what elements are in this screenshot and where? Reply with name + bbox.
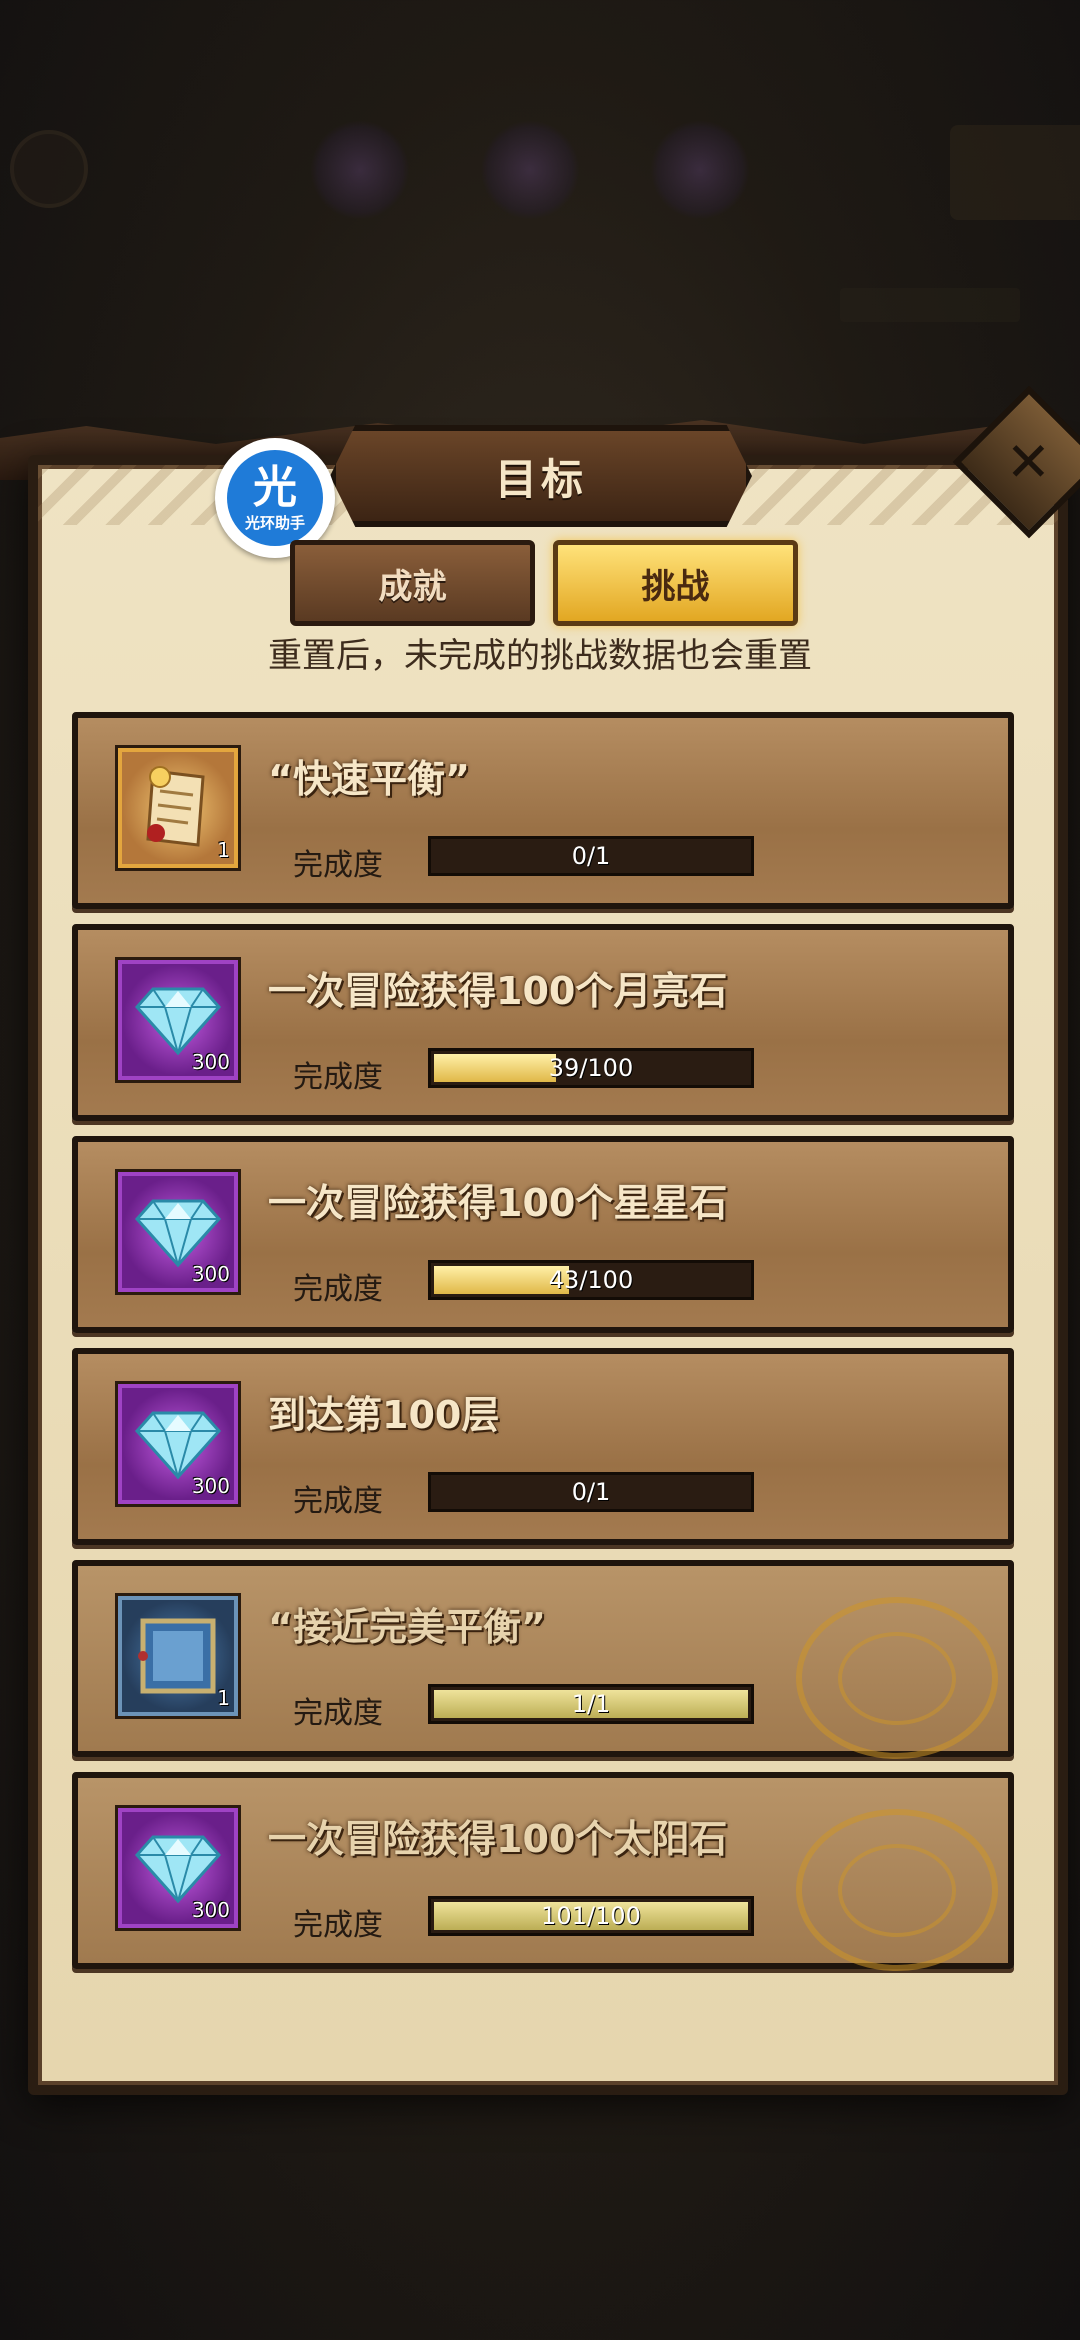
reward-quantity: 1 (217, 838, 230, 862)
reward-item[interactable]: 300 (115, 1169, 241, 1295)
challenge-title: “接近完美平衡” (268, 1605, 546, 1649)
progress-text: 39/100 (548, 1054, 634, 1082)
challenge-title: 一次冒险获得100个星星石 (268, 1181, 728, 1225)
background-hud (0, 0, 1080, 400)
reward-item[interactable]: 1 (115, 745, 241, 871)
progress-label: 完成度 (293, 1272, 383, 1307)
background-orb-icon (650, 120, 750, 220)
diamond-icon (135, 1199, 221, 1267)
progress-bar: 101/100 (428, 1896, 754, 1936)
panel-title: 目标 (494, 454, 587, 504)
reward-quantity: 300 (191, 1898, 230, 1922)
background-label (840, 288, 1020, 322)
panel-title-banner: 目标 (330, 425, 752, 527)
progress-bar: 43/100 (428, 1260, 754, 1300)
background-menu-icon (10, 130, 88, 208)
completed-stamp-icon (796, 1597, 998, 1759)
progress-label: 完成度 (293, 1060, 383, 1095)
diamond-icon (135, 1835, 221, 1903)
challenge-card: 1 “接近完美平衡” 完成度 1/1 (72, 1560, 1014, 1759)
reward-item[interactable]: 300 (115, 1805, 241, 1931)
reward-quantity: 300 (191, 1474, 230, 1498)
challenge-card: 1 “快速平衡” 完成度 0/1 (72, 712, 1014, 909)
scroll-icon (146, 766, 205, 847)
reward-item[interactable]: 300 (115, 957, 241, 1083)
tab-challenges[interactable]: 挑战 (553, 540, 798, 626)
progress-label: 完成度 (293, 1696, 383, 1731)
progress-text: 0/1 (571, 1478, 611, 1506)
frame-icon (138, 1618, 216, 1694)
progress-label: 完成度 (293, 848, 383, 883)
progress-label: 完成度 (293, 1908, 383, 1943)
challenge-card: 300 一次冒险获得100个月亮石 完成度 39/100 (72, 924, 1014, 1121)
progress-bar: 0/1 (428, 836, 754, 876)
reward-quantity: 1 (217, 1686, 230, 1710)
tab-challenges-label: 挑战 (641, 566, 710, 607)
tab-achievements[interactable]: 成就 (290, 540, 535, 626)
close-icon: ✕ (1006, 430, 1052, 494)
challenge-title: “快速平衡” (268, 757, 470, 801)
challenge-title: 一次冒险获得100个太阳石 (268, 1817, 728, 1861)
challenge-card: 300 到达第100层 完成度 0/1 (72, 1348, 1014, 1545)
challenge-card: 300 一次冒险获得100个星星石 完成度 43/100 (72, 1136, 1014, 1333)
progress-text: 101/100 (541, 1902, 641, 1930)
background-orb-icon (480, 120, 580, 220)
reward-quantity: 300 (191, 1050, 230, 1074)
diamond-icon (135, 987, 221, 1055)
background-orb-icon (310, 120, 410, 220)
progress-text: 43/100 (548, 1266, 634, 1294)
background-button (950, 125, 1080, 220)
progress-bar: 0/1 (428, 1472, 754, 1512)
progress-text: 1/1 (571, 1690, 611, 1718)
reward-item[interactable]: 300 (115, 1381, 241, 1507)
watermark-logo-glyph: 光 (253, 462, 297, 513)
reward-item[interactable]: 1 (115, 1593, 241, 1719)
completed-stamp-icon (796, 1809, 998, 1971)
watermark-logo-text: 光环助手 (244, 514, 305, 532)
reward-quantity: 300 (191, 1262, 230, 1286)
challenge-card: 300 一次冒险获得100个太阳石 完成度 101/100 (72, 1772, 1014, 1971)
challenge-title: 到达第100层 (268, 1393, 500, 1437)
progress-bar: 1/1 (428, 1684, 754, 1724)
progress-label: 完成度 (293, 1484, 383, 1519)
challenge-title: 一次冒险获得100个月亮石 (268, 969, 728, 1013)
progress-bar: 39/100 (428, 1048, 754, 1088)
reset-notice: 重置后，未完成的挑战数据也会重置 (268, 636, 812, 676)
tab-achievements-label: 成就 (378, 566, 447, 607)
diamond-icon (135, 1411, 221, 1479)
progress-text: 0/1 (571, 842, 611, 870)
